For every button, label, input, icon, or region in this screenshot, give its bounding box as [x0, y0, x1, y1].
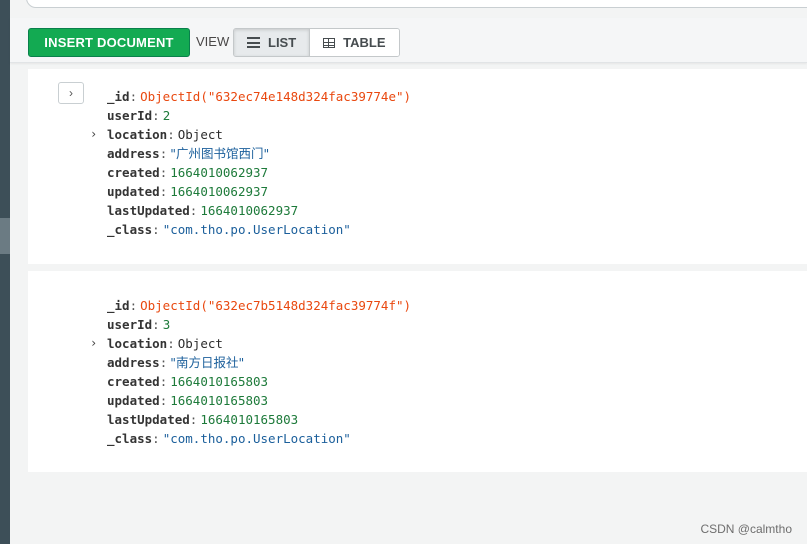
field-row-address: address: "广州图书馆西门": [107, 146, 270, 161]
field-value[interactable]: "南方日报社": [170, 355, 244, 370]
field-value[interactable]: ObjectId("632ec7b5148d324fac39774f"): [140, 298, 411, 313]
field-key: lastUpdated: [107, 412, 190, 427]
field-key: location: [107, 127, 168, 142]
table-view-label: TABLE: [343, 35, 386, 50]
field-row-userid: userId: 3: [107, 317, 171, 332]
document-fields: _id: ObjectId("632ec7b5148d324fac39774f")…: [90, 296, 411, 448]
field-key: _class: [107, 222, 153, 237]
field-row-lastupdated: lastUpdated: 1664010062937: [107, 203, 299, 218]
field-key: _class: [107, 431, 153, 446]
field-value[interactable]: ObjectId("632ec74e148d324fac39774e"): [140, 89, 411, 104]
expand-field-caret-icon[interactable]: ›: [90, 125, 102, 144]
view-toggle-group: LIST TABLE: [233, 28, 400, 57]
sidebar-collapse-handle[interactable]: [0, 218, 10, 254]
field-row-address: address: "南方日报社": [107, 355, 245, 370]
field-key: address: [107, 355, 160, 370]
field-row-id: _id: ObjectId("632ec74e148d324fac39774e"): [107, 89, 412, 104]
left-sidebar-rail: [0, 0, 10, 544]
field-value[interactable]: 1664010062937: [170, 165, 268, 180]
field-value[interactable]: "广州图书馆西门": [170, 146, 269, 161]
table-view-button[interactable]: TABLE: [309, 29, 399, 56]
insert-document-button[interactable]: INSERT DOCUMENT: [28, 28, 190, 57]
field-key: _id: [107, 89, 130, 104]
documents-toolbar: INSERT DOCUMENT VIEW LIST TABLE: [10, 18, 807, 63]
field-key: _id: [107, 298, 130, 313]
field-row-updated: updated: 1664010062937: [107, 184, 269, 199]
expand-field-caret-icon[interactable]: ›: [90, 334, 102, 353]
field-row-location: › location: Object: [90, 125, 223, 144]
field-key: created: [107, 165, 160, 180]
field-value[interactable]: 1664010062937: [170, 184, 268, 199]
field-key: address: [107, 146, 160, 161]
document-card: › _id: ObjectId("632ec74e148d324fac39774e…: [28, 69, 807, 264]
field-row-created: created: 1664010165803: [107, 374, 269, 389]
field-row-id: _id: ObjectId("632ec7b5148d324fac39774f"): [107, 298, 412, 313]
field-value[interactable]: 1664010165803: [200, 412, 298, 427]
view-label: VIEW: [196, 34, 230, 49]
field-value[interactable]: 3: [163, 317, 171, 332]
field-value[interactable]: Object: [178, 127, 223, 142]
field-value[interactable]: 1664010062937: [200, 203, 298, 218]
field-key: lastUpdated: [107, 203, 190, 218]
watermark: CSDN @calmtho: [700, 522, 792, 536]
filter-query-bar[interactable]: [26, 0, 807, 8]
field-key: userId: [107, 108, 153, 123]
list-view-label: LIST: [268, 35, 297, 50]
list-view-button[interactable]: LIST: [234, 29, 310, 56]
field-value[interactable]: 1664010165803: [170, 374, 268, 389]
field-row-created: created: 1664010062937: [107, 165, 269, 180]
field-row-location: › location: Object: [90, 334, 223, 353]
field-key: updated: [107, 184, 160, 199]
chevron-right-icon: ›: [69, 86, 73, 100]
field-value[interactable]: "com.tho.po.UserLocation": [163, 431, 351, 446]
field-row-class: _class: "com.tho.po.UserLocation": [107, 431, 351, 446]
field-value[interactable]: 2: [163, 108, 171, 123]
document-card: _id: ObjectId("632ec7b5148d324fac39774f")…: [28, 271, 807, 472]
field-row-lastupdated: lastUpdated: 1664010165803: [107, 412, 299, 427]
field-key: location: [107, 336, 168, 351]
field-value[interactable]: 1664010165803: [170, 393, 268, 408]
field-key: userId: [107, 317, 153, 332]
expand-document-button[interactable]: ›: [58, 82, 84, 104]
field-row-class: _class: "com.tho.po.UserLocation": [107, 222, 351, 237]
field-key: updated: [107, 393, 160, 408]
table-icon: [323, 37, 336, 48]
document-fields: _id: ObjectId("632ec74e148d324fac39774e")…: [90, 87, 411, 239]
field-value[interactable]: "com.tho.po.UserLocation": [163, 222, 351, 237]
field-key: created: [107, 374, 160, 389]
field-value[interactable]: Object: [178, 336, 223, 351]
field-row-userid: userId: 2: [107, 108, 171, 123]
list-icon: [247, 37, 260, 48]
field-row-updated: updated: 1664010165803: [107, 393, 269, 408]
